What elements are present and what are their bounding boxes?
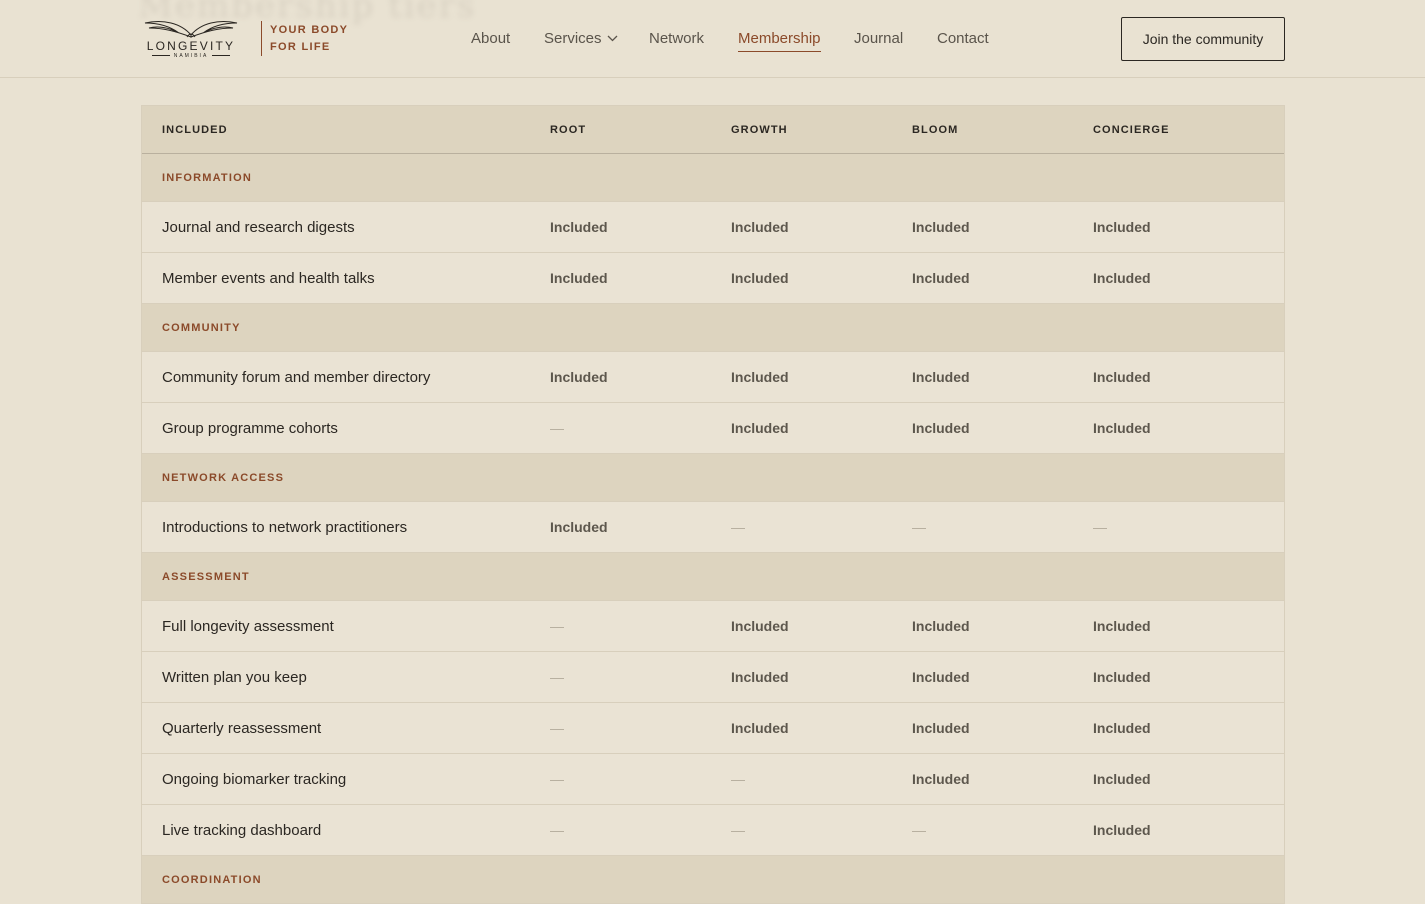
- section-row: ASSESSMENT: [142, 553, 1284, 601]
- not-included-dash: —: [550, 720, 564, 736]
- included-value: Included: [1093, 618, 1151, 634]
- included-value: Included: [550, 519, 608, 535]
- section-title: NETWORK ACCESS: [162, 471, 285, 484]
- not-included-dash: —: [550, 822, 564, 838]
- included-value: Included: [550, 270, 608, 286]
- not-included-dash: —: [550, 669, 564, 685]
- section-title: ASSESSMENT: [162, 570, 250, 583]
- nav-journal[interactable]: Journal: [854, 30, 903, 48]
- included-value: Included: [550, 369, 608, 385]
- column-header-bloom: BLOOM: [912, 123, 959, 136]
- feature-label: Quarterly reassessment: [162, 719, 322, 737]
- included-value: Included: [1093, 219, 1151, 235]
- logo-wings-icon: [144, 21, 238, 38]
- table-row: Group programme cohorts — Included Included…: [142, 403, 1284, 454]
- feature-label: Group programme cohorts: [162, 419, 338, 437]
- included-value: Included: [1093, 669, 1151, 685]
- included-value: Included: [912, 369, 970, 385]
- chevron-down-icon: [607, 35, 617, 41]
- table-row: Introductions to network practitioners In…: [142, 502, 1284, 553]
- table-row: Written plan you keep — Included Included In…: [142, 652, 1284, 703]
- included-value: Included: [912, 219, 970, 235]
- feature-label: Written plan you keep: [162, 668, 307, 686]
- included-value: Included: [912, 618, 970, 634]
- not-included-dash: —: [912, 822, 926, 838]
- included-value: Included: [731, 720, 789, 736]
- table-row: Journal and research digests Included Incl…: [142, 202, 1284, 253]
- nav-services[interactable]: Services: [544, 30, 618, 48]
- included-value: Included: [550, 219, 608, 235]
- logo-wordmark: LONGEVITY: [146, 39, 236, 53]
- column-header-concierge: CONCIERGE: [1093, 123, 1170, 136]
- section-title: INFORMATION: [162, 171, 252, 184]
- logo[interactable]: LONGEVITY NAMIBIA: [141, 17, 241, 61]
- included-value: Included: [912, 771, 970, 787]
- feature-label: Community forum and member directory: [162, 368, 431, 386]
- included-value: Included: [731, 369, 789, 385]
- included-value: Included: [731, 618, 789, 634]
- included-value: Included: [1093, 420, 1151, 436]
- table-row: Live tracking dashboard — — — Included: [142, 805, 1284, 856]
- section-row: COMMUNITY: [142, 304, 1284, 352]
- included-value: Included: [912, 720, 970, 736]
- tagline: YOUR BODY FOR LIFE: [270, 22, 348, 56]
- not-included-dash: —: [550, 771, 564, 787]
- join-community-button[interactable]: Join the community: [1121, 17, 1285, 61]
- feature-label: Journal and research digests: [162, 218, 355, 236]
- not-included-dash: —: [912, 519, 926, 535]
- nav-network[interactable]: Network: [649, 30, 704, 48]
- table-row: Member events and health talks Included In…: [142, 253, 1284, 304]
- table-row: Community forum and member directory Incl…: [142, 352, 1284, 403]
- section-title: COMMUNITY: [162, 321, 241, 334]
- nav-about[interactable]: About: [471, 30, 510, 48]
- table-header-row: INCLUDED ROOT GROWTH BLOOM CONCIERGE: [142, 106, 1284, 154]
- included-value: Included: [1093, 771, 1151, 787]
- included-value: Included: [1093, 822, 1151, 838]
- not-included-dash: —: [731, 519, 745, 535]
- table-row: Ongoing biomarker tracking — — Included Incl…: [142, 754, 1284, 805]
- included-value: Included: [1093, 270, 1151, 286]
- included-value: Included: [912, 270, 970, 286]
- nav-services-label: Services: [544, 30, 602, 47]
- nav-membership[interactable]: Membership: [738, 30, 821, 52]
- not-included-dash: —: [731, 771, 745, 787]
- tagline-line-2: FOR LIFE: [270, 41, 331, 53]
- tagline-line-1: YOUR BODY: [270, 24, 349, 36]
- logo-divider: [261, 21, 262, 56]
- logo-subtitle: NAMIBIA: [141, 53, 241, 59]
- column-header-growth: GROWTH: [731, 123, 788, 136]
- section-row: INFORMATION: [142, 154, 1284, 202]
- section-row: NETWORK ACCESS: [142, 454, 1284, 502]
- not-included-dash: —: [550, 420, 564, 436]
- included-value: Included: [731, 270, 789, 286]
- feature-label: Introductions to network practitioners: [162, 518, 408, 536]
- nav-contact[interactable]: Contact: [937, 30, 989, 48]
- membership-comparison-table: INCLUDED ROOT GROWTH BLOOM CONCIERGE INF…: [141, 105, 1285, 904]
- feature-label: Ongoing biomarker tracking: [162, 770, 347, 788]
- column-header-included: INCLUDED: [162, 123, 228, 136]
- table-row: Full longevity assessment — Included Includ…: [142, 601, 1284, 652]
- feature-label: Full longevity assessment: [162, 617, 334, 635]
- included-value: Included: [731, 219, 789, 235]
- included-value: Included: [1093, 369, 1151, 385]
- not-included-dash: —: [1093, 519, 1107, 535]
- included-value: Included: [731, 669, 789, 685]
- table-row: Quarterly reassessment — Included Included I…: [142, 703, 1284, 754]
- feature-label: Live tracking dashboard: [162, 821, 322, 839]
- feature-label: Member events and health talks: [162, 269, 375, 287]
- not-included-dash: —: [550, 618, 564, 634]
- section-row: COORDINATION: [142, 856, 1284, 904]
- included-value: Included: [731, 420, 789, 436]
- included-value: Included: [912, 669, 970, 685]
- included-value: Included: [912, 420, 970, 436]
- site-header: Membership tiers LONGEVITY NAMIBIA YOUR …: [0, 0, 1425, 78]
- not-included-dash: —: [731, 822, 745, 838]
- section-title: COORDINATION: [162, 873, 262, 886]
- column-header-root: ROOT: [550, 123, 587, 136]
- included-value: Included: [1093, 720, 1151, 736]
